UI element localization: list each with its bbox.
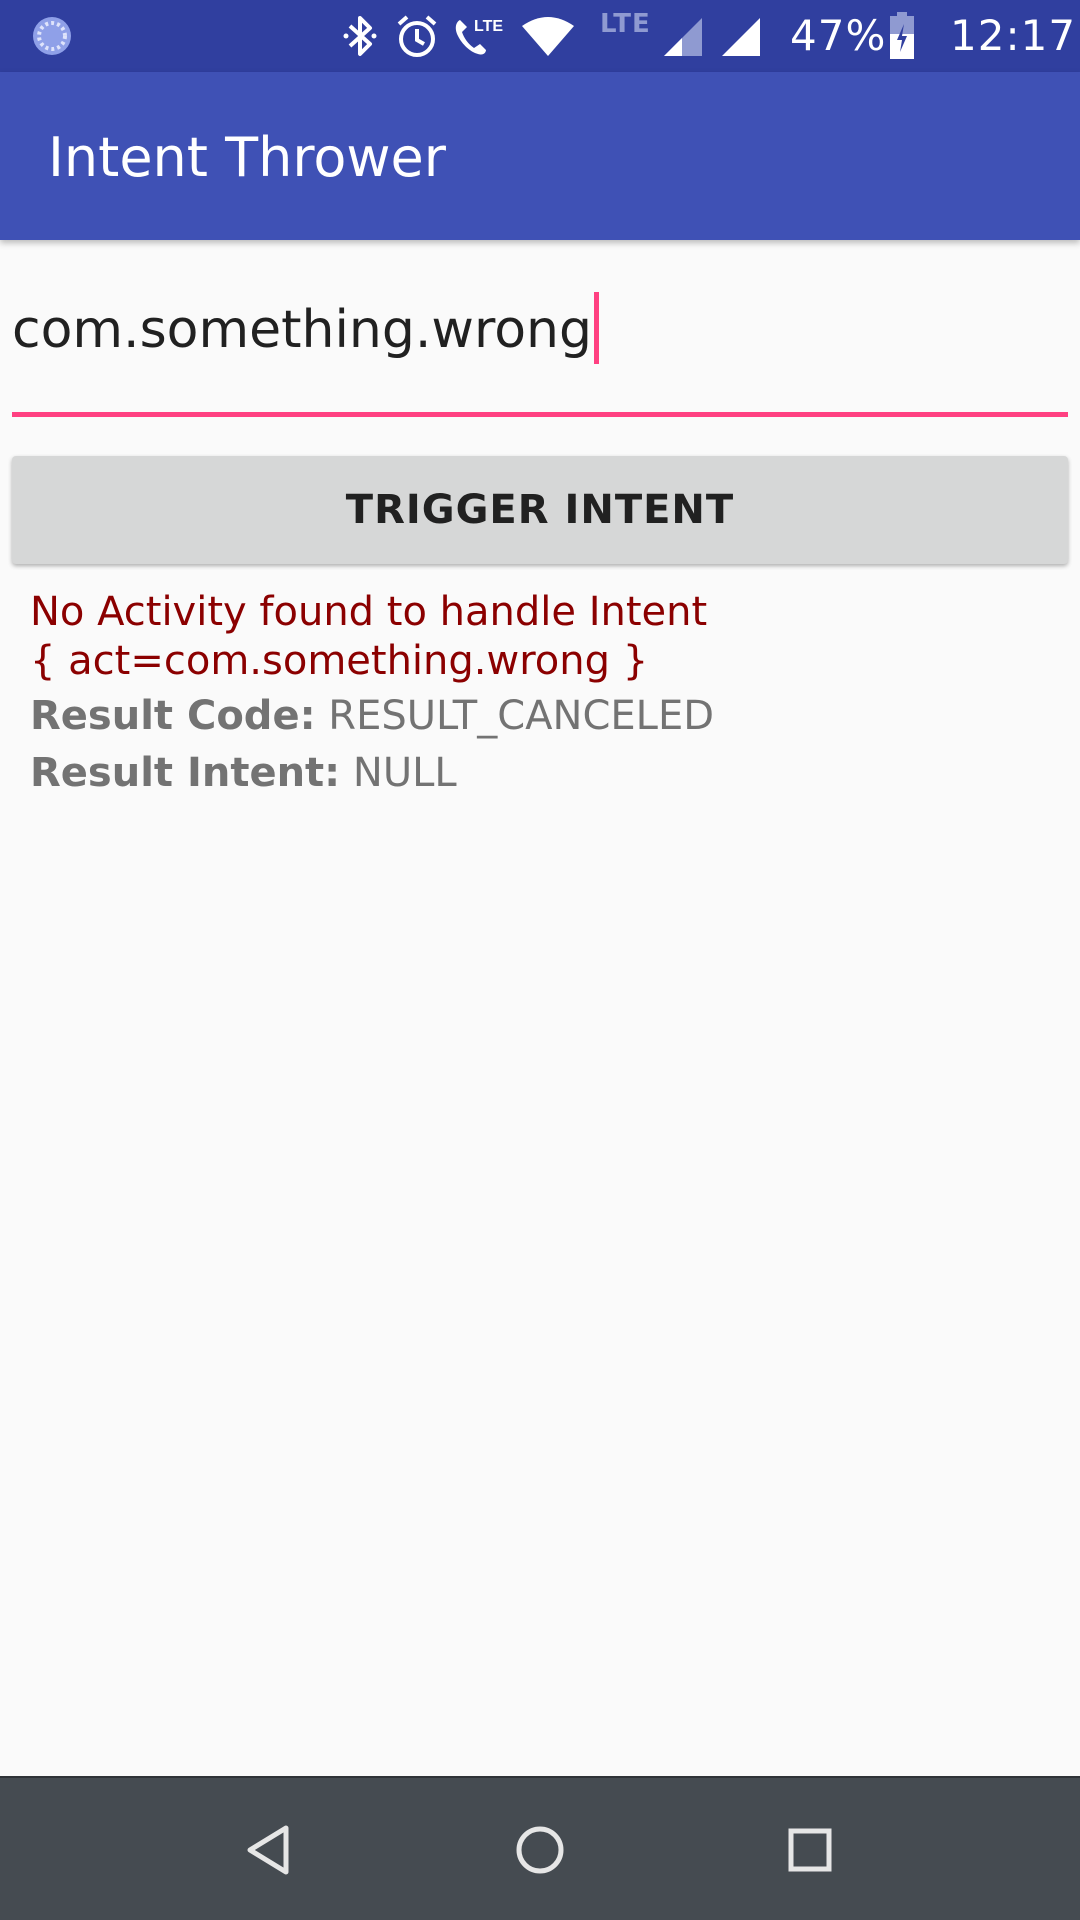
- wifi-icon: [522, 17, 574, 56]
- result-code-label: Result Code:: [30, 693, 316, 739]
- battery-charging-icon: [890, 12, 914, 59]
- recents-icon[interactable]: [774, 1814, 846, 1886]
- lte-label: LTE: [600, 9, 651, 39]
- intent-action-input[interactable]: com.something.wrong: [12, 290, 1068, 370]
- bluetooth-icon: [343, 16, 377, 56]
- text-cursor: [593, 292, 599, 364]
- clock: 12:17: [950, 11, 1077, 60]
- input-underline: [12, 412, 1068, 417]
- result-code-value: RESULT_CANCELED: [315, 693, 715, 739]
- trigger-intent-button[interactable]: TRIGGER INTENT: [12, 456, 1068, 564]
- navigation-bar: [0, 1776, 1080, 1920]
- signal-icon: [722, 18, 760, 56]
- alarm-icon: [397, 15, 437, 57]
- back-icon[interactable]: [234, 1814, 306, 1886]
- error-message: No Activity found to handle Intent { act…: [30, 588, 1030, 686]
- volte-call-icon: LTE: [455, 18, 503, 55]
- error-line-1: No Activity found to handle Intent: [30, 589, 708, 635]
- status-bar: LTE LTE 47% 12:17: [0, 0, 1080, 72]
- main-content: com.something.wrong TRIGGER INTENT No Ac…: [0, 240, 1080, 1776]
- home-icon[interactable]: [504, 1814, 576, 1886]
- app-notification-icon: [33, 17, 71, 55]
- result-intent-value: NULL: [340, 750, 457, 796]
- result-intent-line: Result Intent: NULL: [30, 747, 457, 799]
- intent-action-value: com.something.wrong: [12, 300, 592, 360]
- error-line-2: { act=com.something.wrong }: [30, 638, 649, 684]
- result-code-line: Result Code: RESULT_CANCELED: [30, 690, 714, 742]
- app-bar: Intent Thrower: [0, 72, 1080, 240]
- svg-text:LTE: LTE: [474, 18, 503, 35]
- battery-percent: 47%: [790, 11, 887, 60]
- lte-signal-icon: [664, 18, 702, 56]
- app-title: Intent Thrower: [48, 126, 446, 189]
- result-intent-label: Result Intent:: [30, 750, 341, 796]
